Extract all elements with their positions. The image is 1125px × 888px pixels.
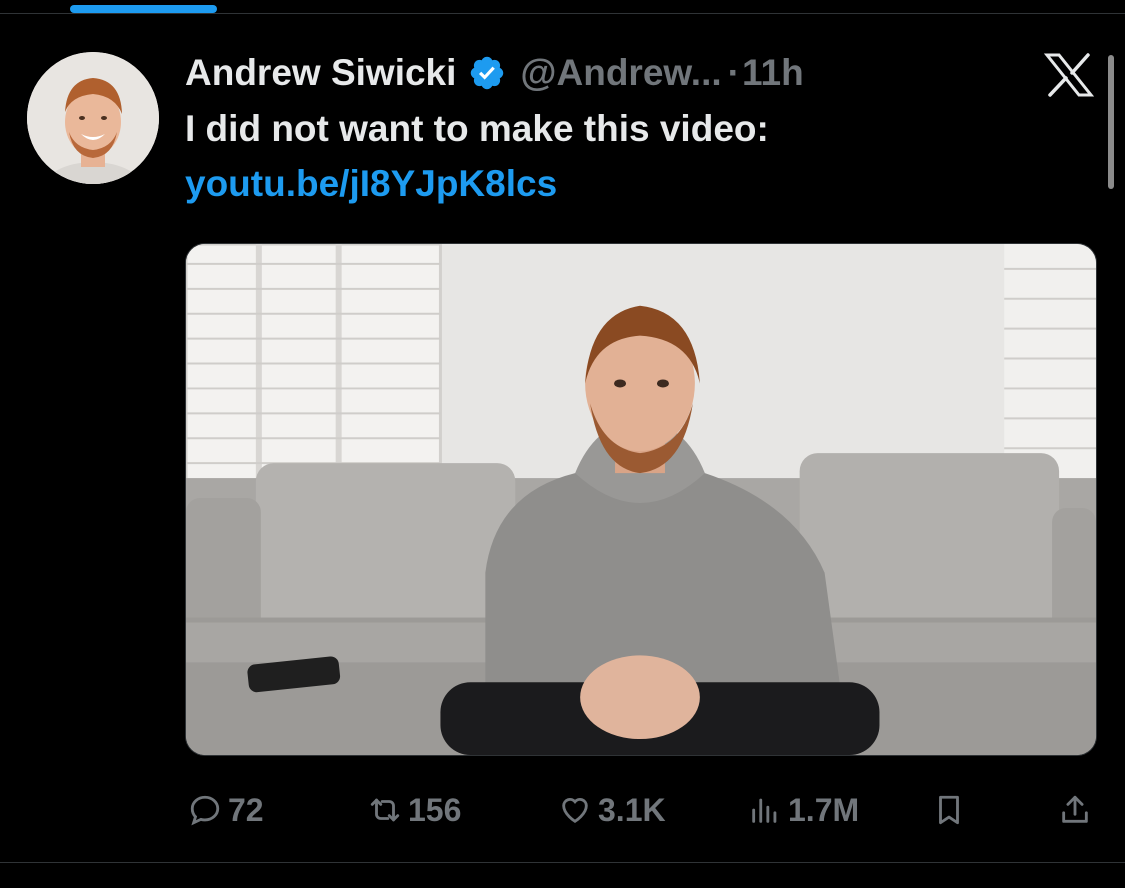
author-handle[interactable]: @Andrew...	[520, 52, 721, 94]
tweet-actions: 72 156 3.1K 1.7M	[0, 780, 1125, 840]
tweet-header: Andrew Siwicki @Andrew... · 11h	[185, 48, 804, 98]
tweet-link[interactable]: youtu.be/jI8YJpK8lcs	[185, 163, 557, 205]
heart-icon	[558, 793, 592, 827]
share-button[interactable]	[1058, 780, 1092, 840]
avatar[interactable]	[27, 52, 159, 184]
like-button[interactable]: 3.1K	[558, 780, 666, 840]
bookmark-button[interactable]	[932, 780, 966, 840]
reply-icon	[188, 793, 222, 827]
reply-button[interactable]: 72	[188, 780, 264, 840]
tweet-time[interactable]: 11h	[742, 52, 804, 94]
separator-dot: ·	[727, 52, 740, 93]
reply-count: 72	[228, 791, 264, 828]
views-icon	[748, 793, 782, 827]
bottom-divider	[0, 862, 1125, 863]
verified-badge-icon[interactable]	[468, 54, 506, 92]
like-count: 3.1K	[598, 791, 666, 828]
active-tab-indicator	[70, 5, 217, 13]
tweet-view: Andrew Siwicki @Andrew... · 11h I did no…	[0, 0, 1125, 888]
share-icon	[1058, 793, 1092, 827]
repost-button[interactable]: 156	[368, 780, 461, 840]
repost-icon	[368, 793, 402, 827]
scrollbar[interactable]	[1108, 55, 1114, 189]
x-logo-icon[interactable]	[1043, 52, 1095, 98]
tweet-text: I did not want to make this video:	[185, 108, 769, 149]
top-divider	[0, 13, 1125, 14]
views-button[interactable]: 1.7M	[748, 780, 859, 840]
bookmark-icon	[932, 793, 966, 827]
views-count: 1.7M	[788, 791, 860, 828]
author-name[interactable]: Andrew Siwicki	[185, 52, 456, 94]
video-thumbnail[interactable]	[185, 243, 1097, 756]
repost-count: 156	[408, 791, 462, 828]
